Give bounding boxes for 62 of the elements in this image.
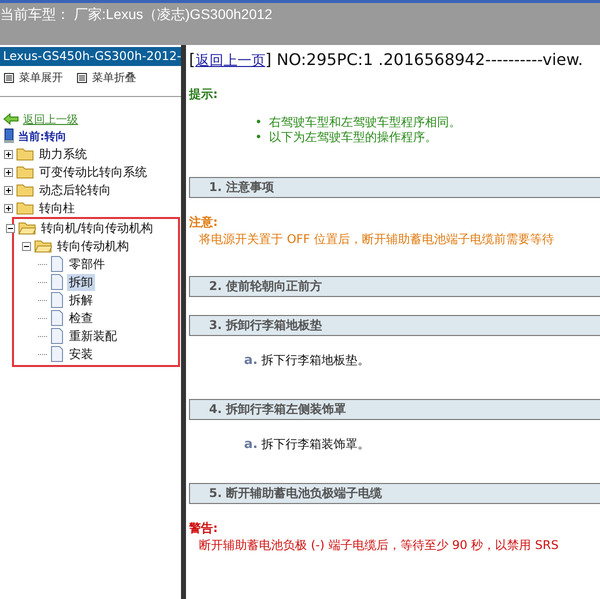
- folder-icon: [16, 201, 34, 215]
- expand-icon[interactable]: [4, 168, 13, 176]
- document-icon: [50, 274, 64, 290]
- folder-icon: [16, 183, 34, 197]
- tree-item[interactable]: 重新装配: [67, 328, 119, 344]
- folder-icon: [34, 239, 52, 253]
- back-arrow-icon: [3, 113, 19, 125]
- tree-item[interactable]: 安装: [67, 346, 95, 362]
- document-icon: [50, 292, 64, 308]
- back-link[interactable]: 返回上一级: [23, 112, 78, 126]
- collapse-icon[interactable]: [6, 224, 15, 232]
- vehicle-model-title: 当前车型： 厂家:Lexus（凌志)GS300h2012: [0, 5, 272, 24]
- folder-icon: [16, 147, 34, 161]
- tree-item[interactable]: 可变传动比转向系统: [37, 164, 149, 180]
- document-icon: [50, 310, 64, 326]
- document-icon: [50, 328, 64, 344]
- bullet-mark: •: [255, 130, 262, 145]
- step-marker: a.: [244, 353, 258, 368]
- list-icon: [4, 72, 14, 82]
- folder-icon: [18, 221, 36, 235]
- folder-icon: [16, 165, 34, 179]
- section-heading: 5. 断开辅助蓄电池负极端子电缆: [189, 483, 600, 504]
- menu-toggle-link[interactable]: 菜单展开: [19, 70, 63, 85]
- document-icon: [50, 256, 64, 272]
- list-icon: [77, 72, 87, 82]
- bracket-text: [: [189, 50, 196, 69]
- tree-item[interactable]: 助力系统: [37, 146, 89, 162]
- document-icon: [50, 346, 64, 362]
- tree-item[interactable]: 拆解: [67, 292, 95, 308]
- current-section-label: 当前:转向: [18, 128, 66, 144]
- bullet-mark: •: [255, 115, 262, 130]
- back-page-link[interactable]: 返回上一页: [195, 53, 266, 69]
- expand-icon[interactable]: [4, 204, 13, 212]
- tree-item[interactable]: 检查: [67, 310, 95, 326]
- collapse-icon[interactable]: [22, 242, 31, 250]
- expand-icon[interactable]: [4, 186, 13, 194]
- note-text: 将电源开关置于 OFF 位置后，断开辅助蓄电池端子电缆前需要等待: [198, 231, 555, 248]
- step-text: 拆下行李箱装饰罩。: [262, 437, 370, 451]
- step-text: 拆下行李箱地板垫。: [262, 353, 370, 367]
- step-marker: a.: [244, 437, 258, 452]
- tree-item[interactable]: 转向传动机构: [55, 238, 131, 254]
- manual-title-bar: Lexus-GS450h-GS300h-2012-: [0, 47, 181, 66]
- section-heading: 3. 拆卸行李箱地板垫: [189, 315, 600, 336]
- bracket-text: ]: [265, 50, 272, 69]
- tip-item: 右驾驶车型和左驾驶车型程序相同。: [269, 115, 462, 130]
- note-title: 注意:: [189, 214, 219, 231]
- expand-icon[interactable]: [4, 150, 13, 158]
- computer-icon: [3, 128, 15, 144]
- tree-item[interactable]: 零部件: [67, 256, 107, 272]
- tip-item: 以下为左驾驶车型的操作程序。: [269, 130, 438, 145]
- warning-title: 警告:: [189, 520, 219, 537]
- tip-title: 提示:: [189, 86, 219, 103]
- tree-item[interactable]: 动态后轮转向: [37, 182, 113, 198]
- document-id-text: NO:295PC:1 .2016568942----------view.: [276, 50, 583, 69]
- tree-item[interactable]: 转向机/转向传动机构: [39, 220, 156, 236]
- menu-toggle-link[interactable]: 菜单折叠: [92, 70, 136, 85]
- section-heading: 4. 拆卸行李箱左侧装饰罩: [189, 399, 600, 420]
- tree-item[interactable]: 转向柱: [37, 200, 77, 216]
- section-heading: 1. 注意事项: [189, 177, 600, 198]
- warning-text: 断开辅助蓄电池负极 (-) 端子电缆后，等待至少 90 秒，以禁用 SRS: [198, 537, 560, 554]
- section-heading: 2. 使前轮朝向正前方: [189, 276, 600, 297]
- tree-item[interactable]: 拆卸: [67, 274, 95, 290]
